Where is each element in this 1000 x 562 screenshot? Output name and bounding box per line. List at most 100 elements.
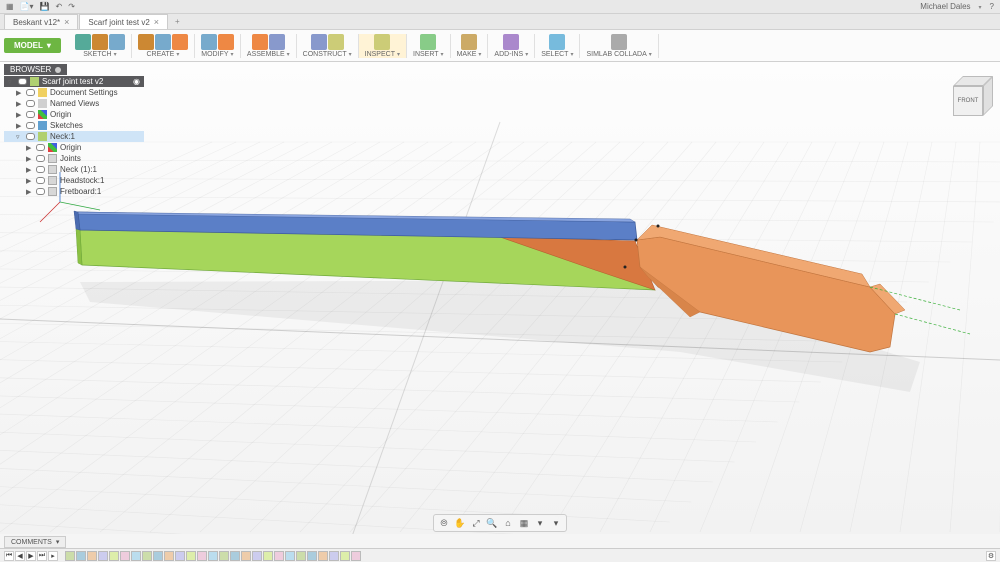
timeline-play-button[interactable]: ⏮ [4,551,14,561]
toolbar-group-inspect[interactable]: INSPECT [359,34,407,58]
visibility-toggle-icon[interactable] [36,166,45,173]
app-menu-icon[interactable]: ▦ [6,2,14,11]
caret-down-icon[interactable] [525,51,528,58]
expand-icon[interactable]: ▶ [26,155,33,163]
caret-down-icon[interactable] [231,51,234,58]
tool-icon[interactable] [218,34,234,50]
toolbar-group-construct[interactable]: CONSTRUCT [297,34,359,58]
timeline-feature[interactable] [219,551,229,561]
timeline-feature[interactable] [164,551,174,561]
redo-icon[interactable]: ↷ [68,2,75,11]
browser-node[interactable]: ▶Sketches [4,120,144,131]
browser-node[interactable]: ▿Neck:1 [4,131,144,142]
toolbar-group-assemble[interactable]: ASSEMBLE [241,34,297,58]
help-icon[interactable]: ? [990,2,994,11]
timeline-feature[interactable] [230,551,240,561]
visibility-toggle-icon[interactable] [26,89,35,96]
radio-icon[interactable]: ◉ [133,77,140,86]
expand-icon[interactable]: ▶ [16,122,23,130]
expand-icon[interactable]: ▿ [16,133,23,141]
timeline-feature[interactable] [65,551,75,561]
timeline-play-button[interactable]: ▸ [48,551,58,561]
caret-down-icon[interactable] [649,51,652,58]
visibility-toggle-icon[interactable] [26,133,35,140]
nav-button[interactable]: ▦ [517,516,531,530]
timeline-feature[interactable] [98,551,108,561]
timeline-play-button[interactable]: ▶ [26,551,36,561]
browser-node[interactable]: ▶Origin [4,142,144,153]
expand-icon[interactable]: ▿ [8,78,15,86]
expand-icon[interactable]: ▶ [26,188,33,196]
timeline-feature[interactable] [274,551,284,561]
expand-icon[interactable]: ▶ [16,100,23,108]
comments-bar[interactable]: COMMENTS ▾ [4,536,66,548]
browser-node[interactable]: ▶Joints [4,153,144,164]
toolbar-group-create[interactable]: CREATE [132,34,195,58]
visibility-toggle-icon[interactable] [26,122,35,129]
browser-root-node[interactable]: ▿ Scarf joint test v2 ◉ [4,76,144,87]
timeline-feature[interactable] [241,551,251,561]
caret-down-icon[interactable] [349,51,352,58]
expand-icon[interactable]: ▶ [16,89,23,97]
timeline-play-button[interactable]: ◀ [15,551,25,561]
timeline-feature[interactable] [186,551,196,561]
tool-icon[interactable] [503,34,519,50]
visibility-toggle-icon[interactable] [36,155,45,162]
timeline-settings-button[interactable]: ⚙ [986,551,996,561]
visibility-toggle-icon[interactable] [36,144,45,151]
timeline-feature[interactable] [142,551,152,561]
timeline-feature[interactable] [153,551,163,561]
toolbar-group-add-ins[interactable]: ADD-INS [488,34,535,58]
timeline-feature[interactable] [351,551,361,561]
undo-icon[interactable]: ↶ [56,2,63,11]
document-tab[interactable]: Beskant v12* × [4,14,78,29]
browser-node[interactable]: ▶Neck (1):1 [4,164,144,175]
panel-option-icon[interactable] [55,67,61,73]
timeline-feature[interactable] [197,551,207,561]
caret-down-icon[interactable] [114,51,117,58]
save-icon[interactable]: 💾 [40,2,50,11]
expand-icon[interactable]: ▾ [56,538,60,546]
visibility-toggle-icon[interactable] [26,111,35,118]
nav-button[interactable]: ⦾ [437,516,451,530]
tool-icon[interactable] [109,34,125,50]
expand-icon[interactable]: ▶ [26,177,33,185]
nav-button[interactable]: ✋ [453,516,467,530]
user-menu-caret-icon[interactable] [979,2,982,11]
document-tab[interactable]: Scarf joint test v2 × [79,14,168,29]
nav-button[interactable]: 🔍 [485,516,499,530]
browser-node[interactable]: ▶Document Settings [4,87,144,98]
timeline-feature[interactable] [285,551,295,561]
tool-icon[interactable] [75,34,91,50]
tool-icon[interactable] [252,34,268,50]
timeline-feature[interactable] [208,551,218,561]
timeline-feature[interactable] [340,551,350,561]
viewport-canvas[interactable]: FRONT [0,62,1000,534]
browser-panel-title[interactable]: BROWSER [4,64,67,75]
timeline-feature[interactable] [329,551,339,561]
timeline-feature[interactable] [318,551,328,561]
browser-node[interactable]: ▶Named Views [4,98,144,109]
toolbar-group-make[interactable]: MAKE [451,34,489,58]
timeline-feature[interactable] [263,551,273,561]
tool-icon[interactable] [172,34,188,50]
timeline-feature[interactable] [131,551,141,561]
nav-button[interactable]: ▾ [549,516,563,530]
expand-icon[interactable]: ▶ [16,111,23,119]
timeline-feature[interactable] [109,551,119,561]
visibility-toggle-icon[interactable] [36,177,45,184]
timeline-feature[interactable] [175,551,185,561]
tool-icon[interactable] [420,34,436,50]
tool-icon[interactable] [611,34,627,50]
timeline-feature[interactable] [252,551,262,561]
timeline-feature[interactable] [296,551,306,561]
toolbar-group-sketch[interactable]: SKETCH [69,34,132,58]
tab-close-icon[interactable]: × [154,17,159,27]
timeline-feature[interactable] [87,551,97,561]
browser-node[interactable]: ▶Fretboard:1 [4,186,144,197]
view-cube-front[interactable]: FRONT [953,86,983,116]
toolbar-group-simlab-collada[interactable]: SIMLAB COLLADA [580,34,658,58]
file-menu-icon[interactable]: 📄▾ [20,2,34,11]
toolbar-group-insert[interactable]: INSERT [407,34,451,58]
browser-node[interactable]: ▶Origin [4,109,144,120]
